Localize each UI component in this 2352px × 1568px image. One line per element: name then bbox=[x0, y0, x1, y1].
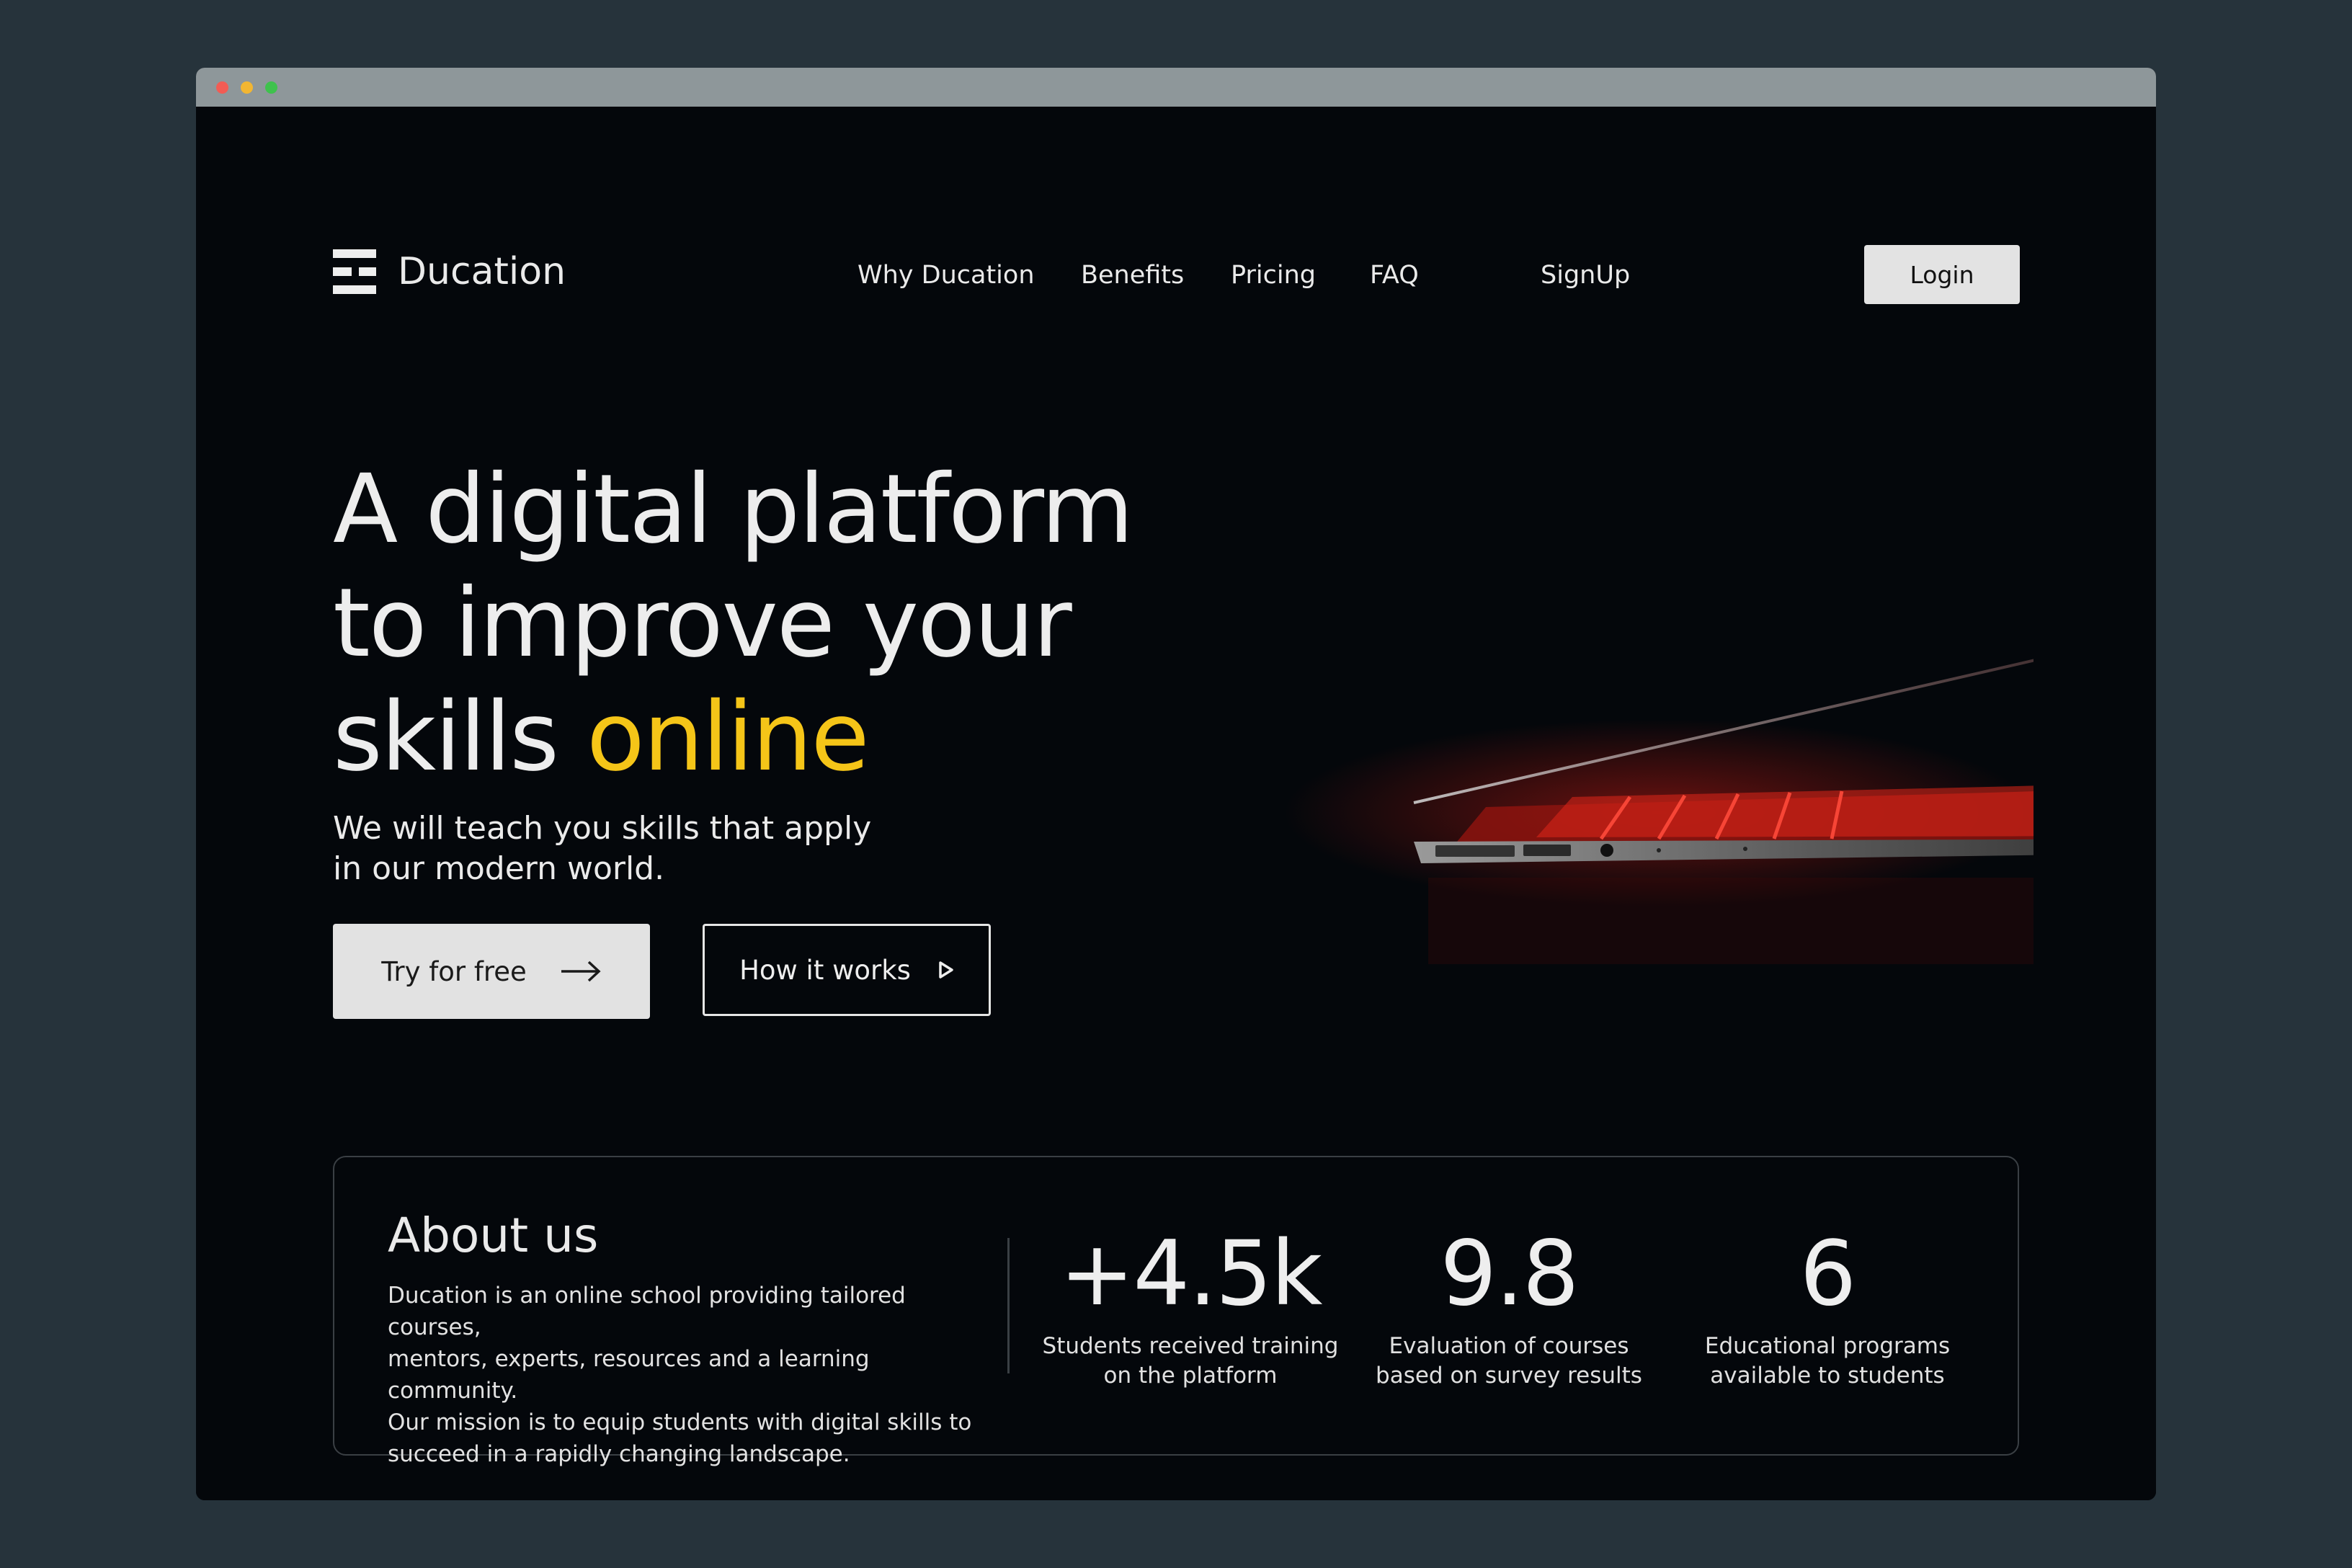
how-it-works-button[interactable]: How it works bbox=[703, 924, 991, 1016]
brand-logo[interactable]: Ducation bbox=[333, 249, 566, 294]
headline-highlight: online bbox=[586, 682, 870, 793]
window-maximize-button[interactable] bbox=[265, 81, 277, 94]
brand-name: Ducation bbox=[398, 250, 566, 293]
about-text-line-3: Our mission is to equip students with di… bbox=[388, 1409, 972, 1435]
stat-label-line-2: based on survey results bbox=[1376, 1363, 1642, 1389]
nav-link-why-ducation[interactable]: Why Ducation bbox=[858, 261, 1035, 290]
stat-students: +4.5k Students received training on the … bbox=[1039, 1224, 1342, 1391]
window-titlebar bbox=[196, 68, 2156, 107]
subtitle-line-2: in our modern world. bbox=[333, 850, 665, 887]
stat-label-line-1: Educational programs bbox=[1704, 1333, 1951, 1359]
window-close-button[interactable] bbox=[216, 81, 228, 94]
nav-link-faq[interactable]: FAQ bbox=[1370, 261, 1419, 290]
about-text-line-1: Ducation is an online school providing t… bbox=[388, 1283, 906, 1340]
stat-programs: 6 Educational programs available to stud… bbox=[1676, 1224, 1979, 1391]
about-title: About us bbox=[388, 1208, 599, 1263]
arrow-right-icon bbox=[561, 961, 601, 982]
how-it-works-label: How it works bbox=[739, 954, 911, 986]
stat-label-line-2: available to students bbox=[1710, 1363, 1945, 1389]
about-text-line-4: succeed in a rapidly changing landscape. bbox=[388, 1441, 850, 1467]
login-button[interactable]: Login bbox=[1864, 245, 2020, 304]
headline-line-2: to improve your bbox=[333, 568, 1072, 679]
stat-value: +4.5k bbox=[1059, 1222, 1323, 1326]
stat-value: 6 bbox=[1799, 1222, 1857, 1326]
about-card: About us Ducation is an online school pr… bbox=[333, 1156, 2019, 1467]
nav-link-benefits[interactable]: Benefits bbox=[1081, 261, 1184, 290]
stat-label-line-2: on the platform bbox=[1103, 1363, 1278, 1389]
nav-link-pricing[interactable]: Pricing bbox=[1231, 261, 1316, 290]
window-minimize-button[interactable] bbox=[241, 81, 253, 94]
stat-evaluation: 9.8 Evaluation of courses based on surve… bbox=[1358, 1224, 1660, 1391]
landing-page: Ducation Why Ducation Benefits Pricing F… bbox=[196, 107, 2156, 1500]
stat-label: Evaluation of courses based on survey re… bbox=[1358, 1332, 1660, 1391]
stat-label: Educational programs available to studen… bbox=[1676, 1332, 1979, 1391]
about-divider bbox=[1007, 1238, 1010, 1373]
headline-line-1: A digital platform bbox=[333, 454, 1133, 565]
stat-value: 9.8 bbox=[1440, 1222, 1579, 1326]
try-for-free-label: Try for free bbox=[381, 956, 527, 987]
browser-window: Ducation Why Ducation Benefits Pricing F… bbox=[196, 68, 2156, 1500]
hero-headline: A digital platform to improve your skill… bbox=[333, 453, 1270, 794]
laptop-illustration bbox=[1284, 659, 2034, 964]
signup-link[interactable]: SignUp bbox=[1541, 261, 1630, 290]
about-text-line-2: mentors, experts, resources and a learni… bbox=[388, 1346, 870, 1404]
play-triangle-icon bbox=[939, 961, 953, 979]
stat-label: Students received training on the platfo… bbox=[1039, 1332, 1342, 1391]
ducation-logo-icon bbox=[333, 249, 376, 294]
subtitle-line-1: We will teach you skills that apply bbox=[333, 810, 872, 847]
headline-line-3: skills bbox=[333, 682, 587, 793]
stat-label-line-1: Students received training bbox=[1042, 1333, 1339, 1359]
about-text: Ducation is an online school providing t… bbox=[388, 1280, 979, 1470]
hero-subtitle: We will teach you skills that apply in o… bbox=[333, 808, 881, 889]
try-for-free-button[interactable]: Try for free bbox=[333, 924, 650, 1019]
stat-label-line-1: Evaluation of courses bbox=[1389, 1333, 1629, 1359]
